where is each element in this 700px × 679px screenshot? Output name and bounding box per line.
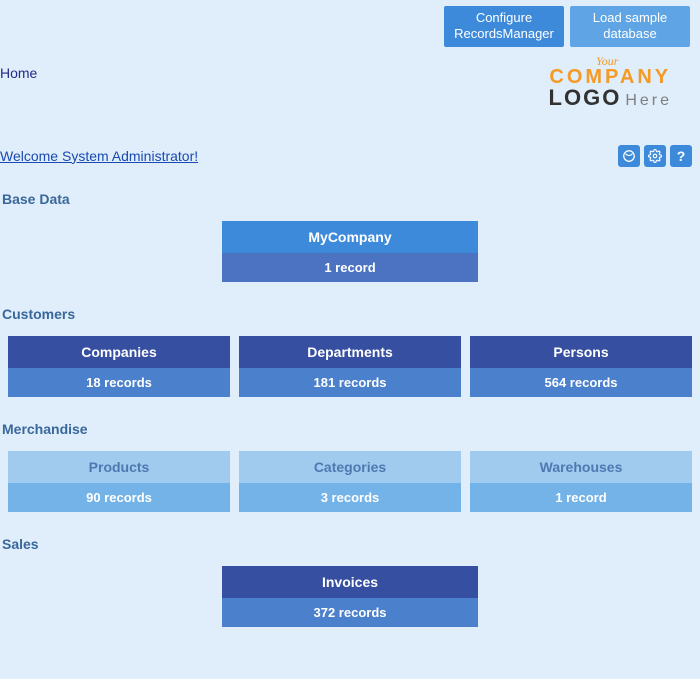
card-title: Invoices: [222, 566, 478, 598]
card-count: 1 record: [222, 253, 478, 282]
section-title-sales: Sales: [0, 536, 700, 552]
card-invoices[interactable]: Invoices 372 records: [222, 566, 478, 627]
card-title: Warehouses: [470, 451, 692, 483]
card-count: 181 records: [239, 368, 461, 397]
card-products[interactable]: Products 90 records: [8, 451, 230, 512]
card-departments[interactable]: Departments 181 records: [239, 336, 461, 397]
card-title: MyCompany: [222, 221, 478, 253]
card-title: Persons: [470, 336, 692, 368]
card-categories[interactable]: Categories 3 records: [239, 451, 461, 512]
welcome-link[interactable]: Welcome System Administrator!: [0, 148, 198, 164]
theme-icon[interactable]: [618, 145, 640, 167]
card-persons[interactable]: Persons 564 records: [470, 336, 692, 397]
card-title: Categories: [239, 451, 461, 483]
company-logo: Your COMPANY LOGO Here: [549, 55, 672, 109]
section-title-base-data: Base Data: [0, 191, 700, 207]
card-count: 564 records: [470, 368, 692, 397]
card-title: Companies: [8, 336, 230, 368]
logo-your: Your: [549, 55, 666, 67]
logo-here: Here: [625, 93, 672, 109]
card-count: 18 records: [8, 368, 230, 397]
card-companies[interactable]: Companies 18 records: [8, 336, 230, 397]
configure-records-manager-button[interactable]: Configure RecordsManager: [444, 6, 564, 47]
gear-icon[interactable]: [644, 145, 666, 167]
card-count: 372 records: [222, 598, 478, 627]
card-title: Departments: [239, 336, 461, 368]
logo-company: COMPANY: [549, 67, 672, 87]
card-count: 1 record: [470, 483, 692, 512]
card-warehouses[interactable]: Warehouses 1 record: [470, 451, 692, 512]
section-title-customers: Customers: [0, 306, 700, 322]
home-link[interactable]: Home: [0, 65, 37, 81]
card-mycompany[interactable]: MyCompany 1 record: [222, 221, 478, 282]
load-sample-database-button[interactable]: Load sample database: [570, 6, 690, 47]
help-icon[interactable]: ?: [670, 145, 692, 167]
card-count: 90 records: [8, 483, 230, 512]
logo-logo: LOGO: [549, 87, 622, 109]
card-title: Products: [8, 451, 230, 483]
card-count: 3 records: [239, 483, 461, 512]
section-title-merchandise: Merchandise: [0, 421, 700, 437]
